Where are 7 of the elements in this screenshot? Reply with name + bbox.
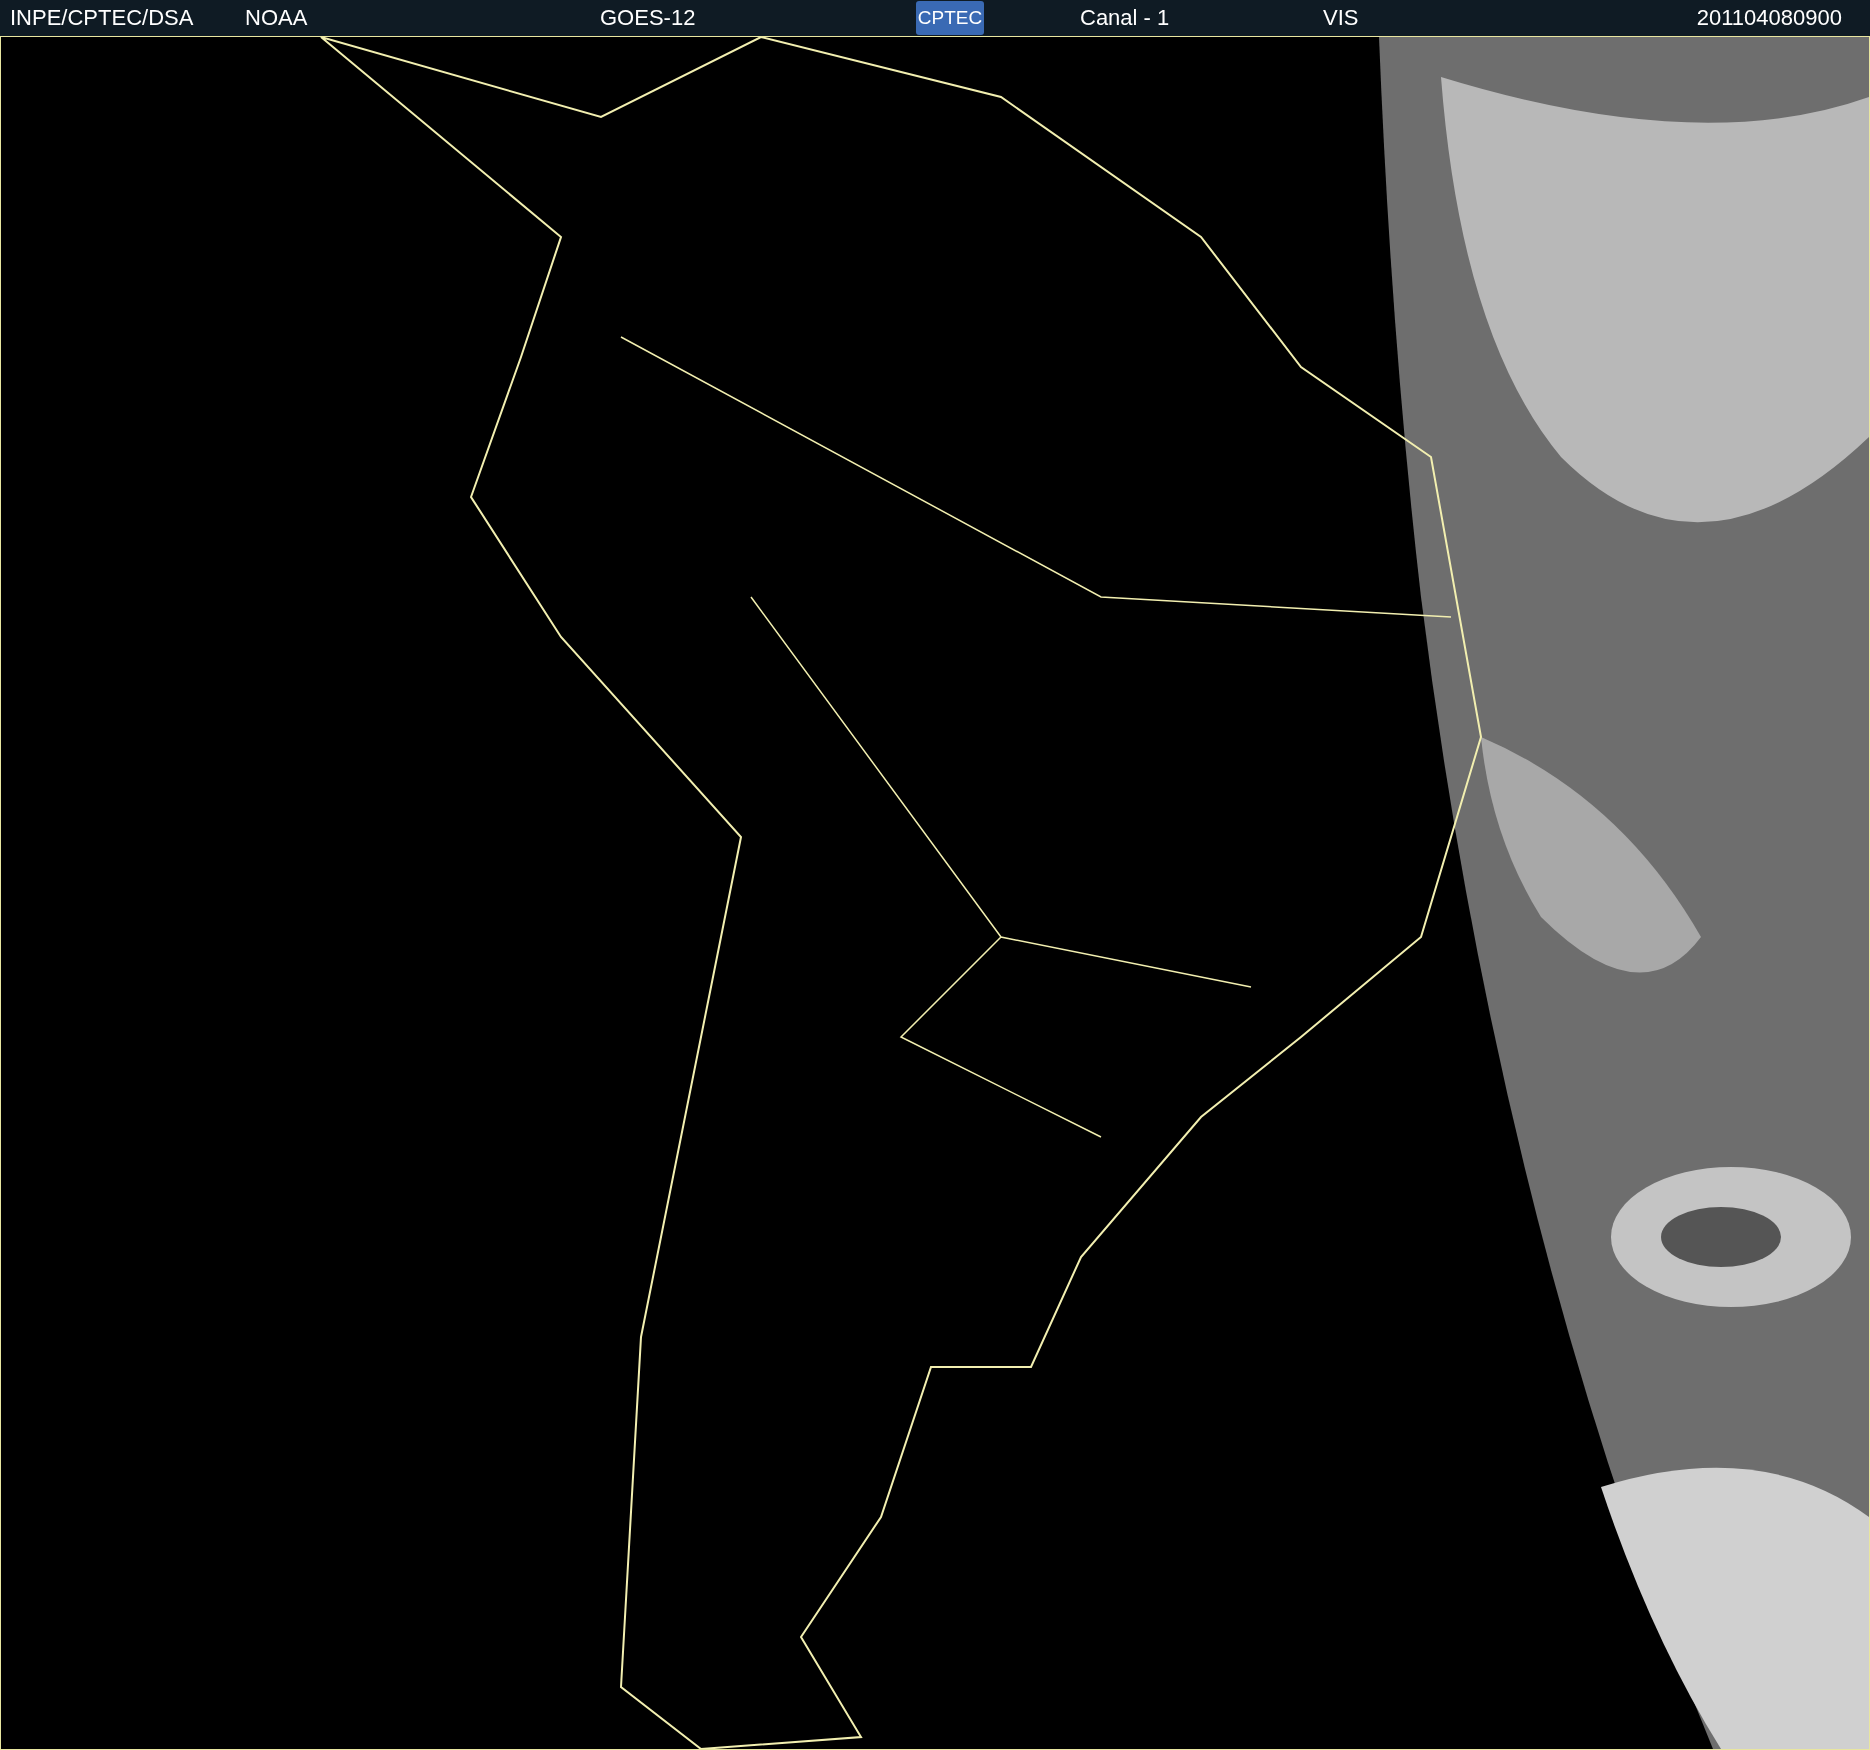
satellite-label: GOES-12 bbox=[600, 5, 697, 31]
agency-label: NOAA bbox=[245, 5, 309, 31]
channel-label: Canal - 1 bbox=[1080, 5, 1171, 31]
band-label: VIS bbox=[1323, 5, 1360, 31]
source-label: INPE/CPTEC/DSA bbox=[10, 5, 195, 31]
logo: CPTEC bbox=[916, 1, 984, 35]
timestamp-label: 201104080900 bbox=[1696, 5, 1842, 31]
